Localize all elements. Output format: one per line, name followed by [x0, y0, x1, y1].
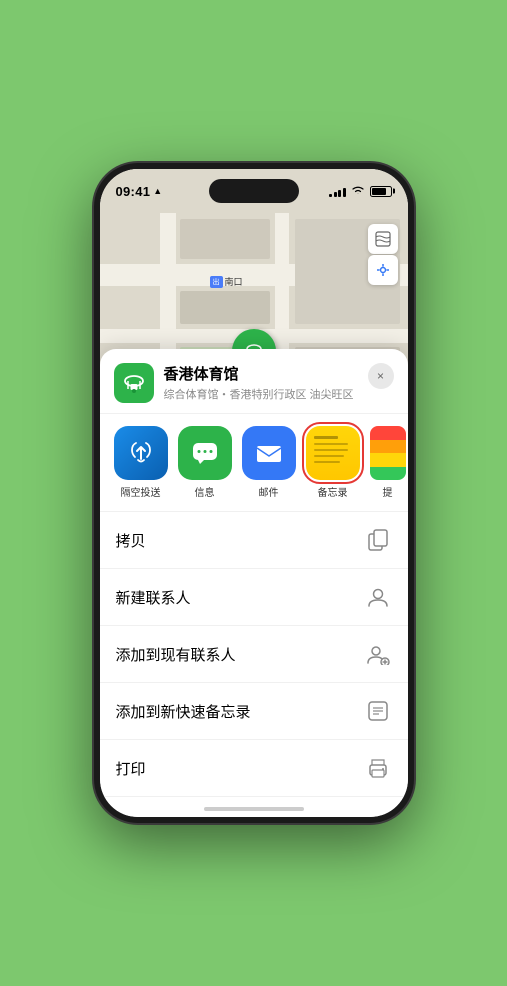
map-block-1 — [180, 219, 270, 259]
action-quick-note[interactable]: 添加到新快速备忘录 — [100, 683, 408, 740]
action-new-contact-label: 新建联系人 — [116, 587, 191, 608]
notes-label: 备忘录 — [318, 484, 348, 499]
airdrop-label: 隔空投送 — [121, 484, 161, 499]
close-button[interactable]: × — [368, 363, 394, 389]
status-icons — [329, 184, 392, 198]
venue-header: 香港体育馆 综合体育馆・香港特别行政区 油尖旺区 × — [100, 349, 408, 414]
battery-icon — [370, 186, 392, 197]
venue-name: 香港体育馆 — [164, 363, 368, 384]
map-controls — [368, 224, 398, 285]
south-gate-text: 南口 — [225, 275, 243, 288]
copy-icon — [364, 526, 392, 554]
location-button[interactable] — [368, 255, 398, 285]
phone-screen: 09:41 ▲ — [100, 169, 408, 817]
more-icon-red — [370, 426, 406, 440]
wifi-icon — [351, 184, 365, 198]
battery-fill — [372, 188, 386, 195]
venue-logo — [114, 363, 154, 403]
share-row: 隔空投送 信息 — [100, 414, 408, 512]
venue-subtitle: 综合体育馆・香港特别行政区 油尖旺区 — [164, 386, 368, 402]
action-add-contact[interactable]: 添加到现有联系人 — [100, 626, 408, 683]
action-quick-note-label: 添加到新快速备忘录 — [116, 701, 251, 722]
status-time: 09:41 — [116, 184, 151, 199]
more-icon — [370, 426, 406, 480]
add-contact-icon — [364, 640, 392, 668]
location-icon: ▲ — [153, 186, 162, 196]
south-gate-badge: 出 — [210, 276, 223, 288]
signal-bar-4 — [343, 188, 346, 197]
action-copy[interactable]: 拷贝 — [100, 512, 408, 569]
notes-line-1 — [314, 436, 339, 439]
new-contact-icon — [364, 583, 392, 611]
venue-info: 香港体育馆 综合体育馆・香港特别行政区 油尖旺区 — [164, 363, 368, 402]
action-copy-label: 拷贝 — [116, 530, 146, 551]
notes-line-2 — [314, 443, 348, 446]
map-block-2 — [180, 291, 270, 324]
notes-icon-wrapper — [306, 426, 360, 480]
notes-line-4 — [314, 455, 344, 458]
share-item-notes[interactable]: 备忘录 — [306, 426, 360, 499]
notes-line-5 — [314, 461, 341, 464]
action-print-label: 打印 — [116, 758, 146, 779]
bottom-sheet: 香港体育馆 综合体育馆・香港特别行政区 油尖旺区 × — [100, 349, 408, 817]
mail-icon — [242, 426, 296, 480]
share-item-message[interactable]: 信息 — [178, 426, 232, 499]
notes-highlight-border — [306, 426, 360, 480]
message-label: 信息 — [195, 484, 215, 499]
more-label: 提 — [383, 484, 393, 499]
phone-frame: 09:41 ▲ — [94, 163, 414, 823]
signal-bar-3 — [338, 190, 341, 197]
action-add-contact-label: 添加到现有联系人 — [116, 644, 236, 665]
notes-lines — [306, 426, 360, 480]
dynamic-island — [209, 179, 299, 203]
notes-icon — [306, 426, 360, 480]
map-type-button[interactable] — [368, 224, 398, 254]
more-icon-yellow — [370, 453, 406, 467]
south-gate-label: 出 南口 — [210, 275, 243, 288]
share-item-more[interactable]: 提 — [370, 426, 406, 499]
signal-bar-2 — [334, 192, 337, 197]
action-print[interactable]: 打印 — [100, 740, 408, 797]
more-icon-orange — [370, 440, 406, 454]
share-item-airdrop[interactable]: 隔空投送 — [114, 426, 168, 499]
share-item-mail[interactable]: 邮件 — [242, 426, 296, 499]
more-icon-green — [370, 467, 406, 481]
notes-line-3 — [314, 449, 348, 452]
home-indicator — [204, 807, 304, 811]
airdrop-icon — [114, 426, 168, 480]
signal-bar-1 — [329, 194, 332, 197]
mail-label: 邮件 — [259, 484, 279, 499]
print-icon — [364, 754, 392, 782]
quick-note-icon — [364, 697, 392, 725]
message-icon — [178, 426, 232, 480]
action-new-contact[interactable]: 新建联系人 — [100, 569, 408, 626]
signal-bars — [329, 186, 346, 197]
